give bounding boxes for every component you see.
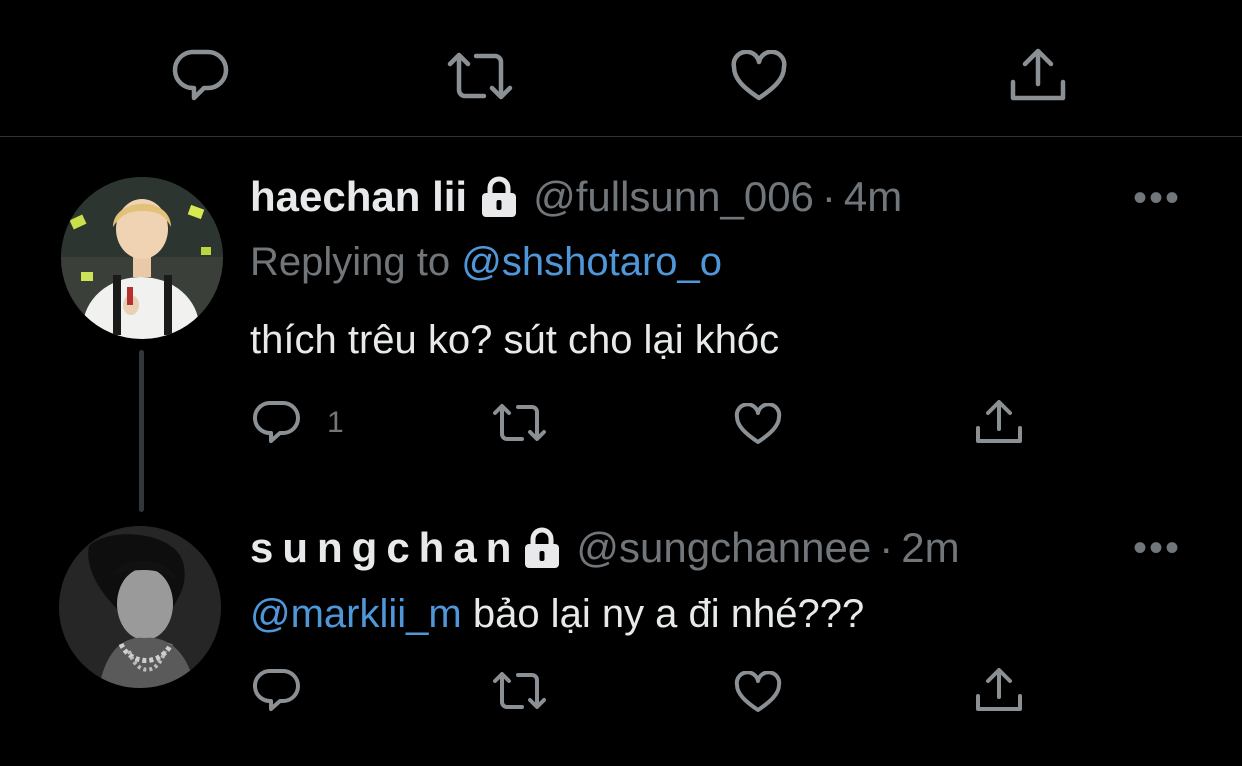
like-icon[interactable] <box>730 50 788 102</box>
share-icon[interactable] <box>974 398 1024 446</box>
separator: · <box>821 173 836 220</box>
more-options-icon[interactable]: ••• <box>1133 528 1181 568</box>
tweet-header: sungchan @sungchannee · 2m <box>250 523 960 573</box>
retweet-icon[interactable] <box>446 50 514 102</box>
thread-line <box>139 350 144 512</box>
separator: · <box>879 524 894 571</box>
tweet-text: thích trêu ko? sút cho lại khóc <box>250 318 780 362</box>
tweet-header: haechan lii @fullsunn_006 · 4m <box>250 172 902 222</box>
replying-to: Replying to @shshotaro_o <box>250 240 722 285</box>
like-icon[interactable] <box>734 403 782 445</box>
reply-count: 1 <box>327 406 344 439</box>
retweet-icon[interactable] <box>492 402 548 444</box>
reply-icon[interactable] <box>252 667 300 713</box>
reply-icon[interactable] <box>252 399 300 445</box>
tweet-text: @marklii_m bảo lại ny a đi nhé??? <box>250 592 864 637</box>
replying-to-mention[interactable]: @shshotaro_o <box>461 240 722 284</box>
retweet-icon[interactable] <box>492 670 548 712</box>
share-icon[interactable] <box>974 666 1024 714</box>
share-icon[interactable] <box>1008 46 1068 104</box>
divider <box>0 136 1242 137</box>
more-options-icon[interactable]: ••• <box>1133 178 1181 218</box>
replying-prefix: Replying to <box>250 240 451 284</box>
handle[interactable]: @sungchannee <box>576 524 871 572</box>
avatar[interactable] <box>59 526 221 688</box>
timestamp[interactable]: 4m <box>844 173 902 221</box>
mention[interactable]: @marklii_m <box>250 592 462 636</box>
like-icon[interactable] <box>734 671 782 713</box>
tweet-text-body: bảo lại ny a đi nhé??? <box>461 592 865 636</box>
handle[interactable]: @fullsunn_006 <box>533 173 814 221</box>
avatar[interactable] <box>61 177 223 339</box>
lock-icon <box>479 176 519 218</box>
display-name[interactable]: haechan lii <box>250 173 467 221</box>
reply-icon[interactable] <box>172 48 230 102</box>
timestamp[interactable]: 2m <box>901 524 959 572</box>
display-name[interactable]: sungchan <box>250 524 520 572</box>
lock-icon <box>522 527 562 569</box>
